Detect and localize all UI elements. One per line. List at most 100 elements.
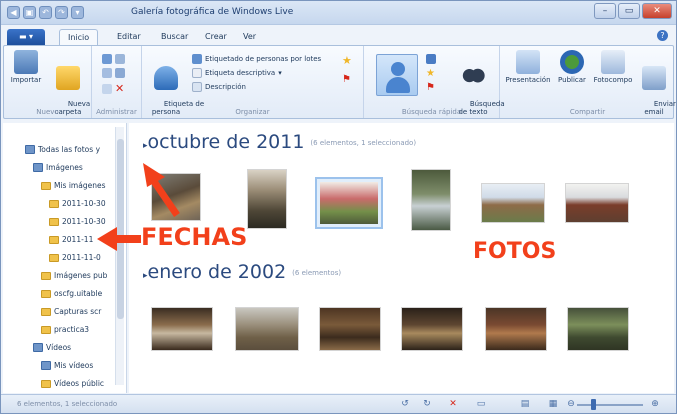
rotate-left-icon[interactable]: ↺	[399, 398, 411, 410]
details-view-icon[interactable]: ▤	[519, 398, 531, 410]
back-icon[interactable]: ◀	[7, 6, 20, 19]
rotate-right-icon[interactable]: ↻	[421, 398, 433, 410]
library-icon	[33, 343, 43, 352]
globe-icon	[560, 50, 584, 74]
person-icon	[154, 66, 178, 90]
caption-button[interactable]: Descripción	[192, 82, 246, 92]
properties-icon[interactable]	[102, 83, 112, 94]
save-icon[interactable]: ▣	[23, 6, 36, 19]
redo-icon[interactable]: ↷	[55, 6, 68, 19]
group-label-nuevo: Nuevo	[36, 108, 59, 116]
tab-file[interactable]: ▬ ▾	[7, 29, 45, 45]
descriptive-tag-button[interactable]: Etiqueta descriptiva ▾	[192, 68, 282, 78]
library-icon	[41, 361, 51, 370]
select-all-icon[interactable]	[102, 54, 112, 64]
tree-item-folder[interactable]: 2011-10-30	[49, 199, 106, 208]
help-icon[interactable]: ?	[657, 30, 668, 41]
ribbon-group-busqueda: ★ ⚑ Búsqueda de texto Búsqueda rápida	[364, 46, 505, 118]
folder-icon	[41, 289, 51, 298]
rotate-icon[interactable]	[115, 68, 125, 78]
tab-crear[interactable]: Crear	[197, 29, 235, 45]
caption-icon	[192, 82, 202, 92]
folder-icon	[49, 199, 59, 208]
photo-thumbnail[interactable]	[485, 307, 547, 351]
photo-fuse-button[interactable]: Fotocompo	[592, 50, 634, 84]
close-button[interactable]: ✕	[642, 3, 672, 19]
group-label-busqueda: Búsqueda rápida	[401, 108, 462, 116]
folder-icon	[41, 181, 51, 190]
photo-thumbnail[interactable]	[151, 173, 201, 221]
copy-icon[interactable]	[115, 54, 125, 64]
tab-buscar[interactable]: Buscar	[153, 29, 196, 45]
rating-filter-icon[interactable]: ★	[426, 68, 435, 79]
import-button[interactable]: Importar	[8, 50, 44, 84]
publish-button[interactable]: Publicar	[554, 50, 590, 84]
people-icon	[192, 54, 202, 64]
tree-item-folder[interactable]: practica3	[41, 325, 89, 334]
tree-item-mis-videos[interactable]: Mis vídeos	[41, 361, 93, 370]
photo-thumbnail[interactable]	[565, 183, 629, 223]
ribbon-tabs: ▬ ▾ Inicio Editar Buscar Crear Ver ?	[1, 27, 676, 45]
window-controls: – ▭ ✕	[594, 3, 672, 19]
photo-thumbnail[interactable]	[151, 307, 213, 351]
sidebar-scrollbar[interactable]	[115, 127, 124, 385]
date-group-header[interactable]: ▸enero de 2002 (6 elementos)	[143, 261, 341, 283]
email-icon	[642, 66, 666, 90]
photo-thumbnail[interactable]	[481, 183, 545, 223]
photo-thumbnail[interactable]	[247, 169, 287, 229]
photo-thumbnail[interactable]	[411, 169, 451, 231]
photo-thumbnail[interactable]	[567, 307, 629, 351]
tab-editar[interactable]: Editar	[109, 29, 149, 45]
customize-qat-icon[interactable]: ▾	[71, 6, 84, 19]
photo-thumbnail[interactable]	[235, 307, 299, 351]
tree-item-folder[interactable]: oscfg.uitable	[41, 289, 102, 298]
tree-item-folder[interactable]: 2011-11-0	[49, 253, 101, 262]
star-rating-icon[interactable]: ★	[342, 54, 352, 67]
slideshow-button[interactable]: Presentación	[504, 50, 552, 84]
tab-ver[interactable]: Ver	[235, 29, 264, 45]
flag-icon[interactable]: ⚑	[342, 74, 351, 85]
people-filter-tile[interactable]	[376, 54, 418, 96]
tree-item-folder[interactable]: Capturas scr	[41, 307, 101, 316]
photo-thumbnail[interactable]	[319, 307, 381, 351]
binoculars-icon	[461, 66, 485, 90]
folder-icon	[49, 217, 59, 226]
scrollbar-thumb[interactable]	[117, 139, 124, 319]
slideshow-icon	[516, 50, 540, 74]
thumbnail-view-icon[interactable]: ▦	[547, 398, 559, 410]
minimize-button[interactable]: –	[594, 3, 616, 19]
zoom-out-icon[interactable]: ⊖	[565, 398, 577, 410]
tree-item-folder[interactable]: 2011-11	[49, 235, 93, 244]
status-text: 6 elementos, 1 seleccionado	[17, 400, 118, 408]
date-group-header[interactable]: ▸octubre de 2011 (6 elementos, 1 seleccio…	[143, 131, 416, 153]
slideshow-icon[interactable]: ▭	[475, 398, 487, 410]
zoom-in-icon[interactable]: ⊕	[649, 398, 661, 410]
maximize-button[interactable]: ▭	[618, 3, 640, 19]
zoom-slider[interactable]	[577, 404, 643, 406]
photo-thumbnail-selected[interactable]	[315, 177, 383, 229]
photo-fuse-icon	[601, 50, 625, 74]
ribbon: Importar Nueva carpeta Nuevo ✕ Administr	[3, 45, 676, 119]
tree-item-imagenes[interactable]: Imágenes	[33, 163, 83, 172]
tag-icon	[192, 68, 202, 78]
flag-filter-icon[interactable]: ⚑	[426, 82, 435, 93]
tree-item-videos[interactable]: Vídeos	[33, 343, 71, 352]
tree-item-folder[interactable]: 2011-10-30	[49, 217, 106, 226]
tree-item-mis-imagenes[interactable]: Mis imágenes	[41, 181, 105, 190]
navigation-pane: Todas las fotos y Imágenes Mis imágenes …	[3, 123, 127, 393]
folder-icon	[41, 379, 51, 388]
tree-item-all-photos[interactable]: Todas las fotos y	[25, 145, 100, 154]
tree-item-folder[interactable]: Imágenes pub	[41, 271, 107, 280]
tree-item-folder[interactable]: Vídeos públic	[41, 379, 104, 388]
tab-inicio[interactable]: Inicio	[59, 29, 99, 45]
photo-thumbnail[interactable]	[401, 307, 463, 351]
batch-people-tagging-button[interactable]: Etiquetado de personas por lotes	[192, 54, 321, 64]
rename-icon[interactable]	[102, 68, 112, 78]
delete-icon[interactable]: ✕	[115, 82, 124, 95]
date-filter-icon[interactable]	[426, 54, 436, 64]
ribbon-group-compartir: Presentación Publicar Fotocompo Enviar e…	[500, 46, 676, 118]
zoom-slider-thumb[interactable]	[591, 399, 596, 410]
undo-icon[interactable]: ↶	[39, 6, 52, 19]
delete-icon[interactable]: ✕	[447, 398, 459, 410]
group-label-compartir: Compartir	[569, 108, 606, 116]
